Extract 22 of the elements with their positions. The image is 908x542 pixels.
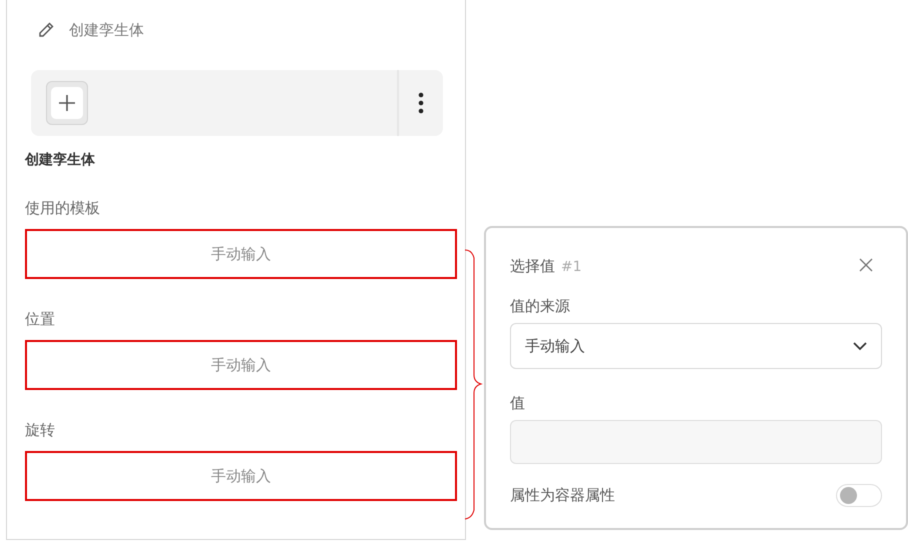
source-label: 值的来源	[510, 296, 571, 316]
container-property-toggle[interactable]	[836, 484, 882, 507]
popover-title: 选择值	[510, 256, 555, 276]
field-label: 旋转	[25, 420, 56, 440]
toggle-label: 属性为容器属性	[510, 486, 615, 505]
pencil-icon	[37, 21, 55, 39]
plus-icon	[58, 94, 76, 112]
chevron-down-icon	[853, 342, 867, 350]
value-source-field[interactable]: 手动输入	[25, 340, 457, 390]
panel-title: 创建孪生体	[69, 20, 144, 40]
value-input[interactable]	[510, 420, 882, 464]
field-label: 位置	[25, 309, 56, 329]
field-label: 使用的模板	[25, 198, 101, 218]
kebab-menu-icon	[418, 92, 424, 114]
value-source-field[interactable]: 手动输入	[25, 451, 457, 501]
add-button[interactable]	[46, 81, 88, 125]
source-select[interactable]: 手动输入	[510, 323, 882, 369]
value-label: 值	[510, 393, 526, 413]
close-icon	[858, 257, 874, 273]
popover-number: #1	[561, 258, 582, 274]
value-source-field[interactable]: 手动输入	[25, 229, 457, 279]
section-title: 创建孪生体	[25, 150, 96, 170]
